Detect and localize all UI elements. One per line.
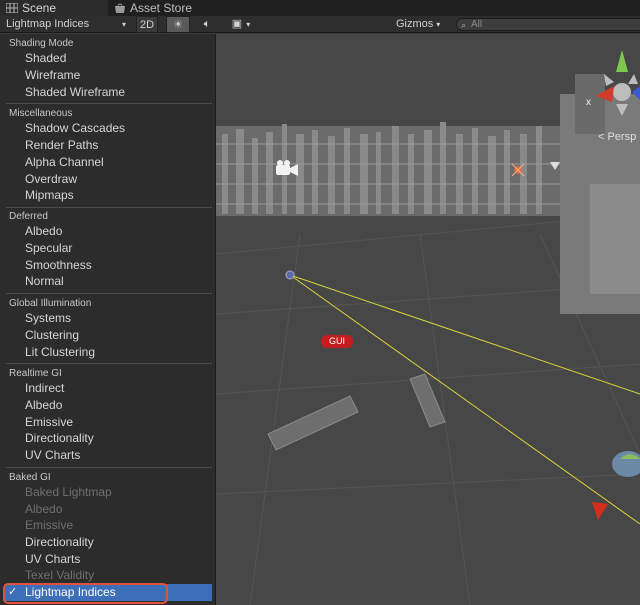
menu-item-realtime-directionality[interactable]: Directionality <box>25 430 213 447</box>
image-icon: ▣ <box>231 18 243 30</box>
menu-item-baked-lightmap: Baked Lightmap <box>25 485 112 499</box>
menu-item-clustering[interactable]: Clustering <box>25 327 213 344</box>
scene-toolbar: Lightmap Indices ▾ 2D ☀ 🔈︎ ▣ ▾ Gizmos ▾ ⌕ … <box>0 16 640 33</box>
menu-divider <box>6 207 212 208</box>
menu-item-baked-directionality[interactable]: Directionality <box>25 534 213 551</box>
search-input[interactable]: ⌕ All <box>456 18 640 31</box>
menu-item-indirect[interactable]: Indirect <box>25 380 213 397</box>
perspective-label[interactable]: < Persp <box>598 131 636 143</box>
light-node <box>285 270 295 280</box>
scene-audio-button[interactable]: 🔈︎ <box>196 16 218 33</box>
grid-icon <box>5 1 19 14</box>
toggle-2d-button[interactable]: 2D <box>136 16 158 33</box>
section-header-baked: Baked GI <box>9 472 51 483</box>
section-header-gi: Global Illumination <box>9 298 92 309</box>
dropdown-arrow-icon: ▾ <box>436 20 441 29</box>
menu-item-lit-clustering[interactable]: Lit Clustering <box>25 344 213 361</box>
menu-item-specular[interactable]: Specular <box>25 240 213 257</box>
draw-mode-value: Lightmap Indices <box>6 18 90 30</box>
menu-item-baked-uv-charts[interactable]: UV Charts <box>25 551 213 568</box>
section-header-realtime: Realtime GI <box>9 368 62 379</box>
tab-scene-label: Scene <box>22 1 57 15</box>
selection-highlight-ring <box>3 583 168 604</box>
dropdown-arrow-icon: ▾ <box>121 20 126 29</box>
menu-divider <box>6 467 212 468</box>
menu-item-wireframe[interactable]: Wireframe <box>25 67 213 84</box>
speaker-icon: 🔈︎ <box>203 18 211 30</box>
section-header-deferred: Deferred <box>9 211 48 222</box>
menu-item-realtime-uv-charts[interactable]: UV Charts <box>25 447 213 464</box>
gizmo-sphere <box>612 451 640 477</box>
tab-asset-store[interactable]: Asset Store <box>110 0 210 16</box>
menu-item-shaded-wireframe[interactable]: Shaded Wireframe <box>25 84 213 101</box>
menu-item-baked-albedo: Albedo <box>25 502 63 516</box>
tab-scene[interactable]: Scene <box>0 0 108 16</box>
menu-item-overdraw[interactable]: Overdraw <box>25 171 213 188</box>
red-cone <box>592 502 608 520</box>
ground-objects <box>267 373 446 451</box>
draw-mode-dropdown[interactable]: Lightmap Indices ▾ <box>6 16 130 33</box>
menu-item-deferred-albedo[interactable]: Albedo <box>25 223 213 240</box>
tab-bar: Scene Asset Store <box>0 0 640 16</box>
menu-item-realtime-albedo[interactable]: Albedo <box>25 397 213 414</box>
scene-effects-button[interactable]: ▣ ▾ <box>224 16 258 33</box>
menu-item-render-paths[interactable]: Render Paths <box>25 137 213 154</box>
tower-cluster <box>560 74 640 314</box>
menu-item-mipmaps[interactable]: Mipmaps <box>25 187 213 204</box>
menu-item-shadow-cascades[interactable]: Shadow Cascades <box>25 120 213 137</box>
section-header-shading: Shading Mode <box>9 38 74 49</box>
menu-item-realtime-emissive[interactable]: Emissive <box>25 414 213 431</box>
search-placeholder: All <box>471 19 483 30</box>
sun-icon: ☀ <box>173 19 183 31</box>
search-icon: ⌕ <box>461 20 467 30</box>
tab-asset-store-label: Asset Store <box>130 1 193 15</box>
menu-item-smoothness[interactable]: Smoothness <box>25 257 213 274</box>
menu-item-normal[interactable]: Normal <box>25 273 213 290</box>
menu-item-shaded[interactable]: Shaded <box>25 50 213 67</box>
draw-mode-menu: Shading Mode Shaded Wireframe Shaded Wir… <box>0 34 216 605</box>
menu-divider <box>6 103 212 104</box>
gizmo-axis-x: x <box>586 97 591 108</box>
section-header-misc: Miscellaneous <box>9 108 73 119</box>
gizmos-label: Gizmos <box>396 18 434 30</box>
gizmos-dropdown[interactable]: Gizmos ▾ <box>396 16 450 33</box>
gui-marker[interactable]: GUI <box>321 335 353 348</box>
menu-item-texel-validity: Texel Validity <box>25 568 95 582</box>
menu-item-systems[interactable]: Systems <box>25 310 213 327</box>
dropdown-arrow-icon: ▾ <box>246 20 251 29</box>
store-icon <box>114 1 126 13</box>
menu-divider <box>6 363 212 364</box>
menu-item-baked-emissive: Emissive <box>25 518 74 532</box>
menu-divider <box>6 293 212 294</box>
menu-item-alpha-channel[interactable]: Alpha Channel <box>25 154 213 171</box>
scene-lighting-button[interactable]: ☀ <box>166 16 190 33</box>
